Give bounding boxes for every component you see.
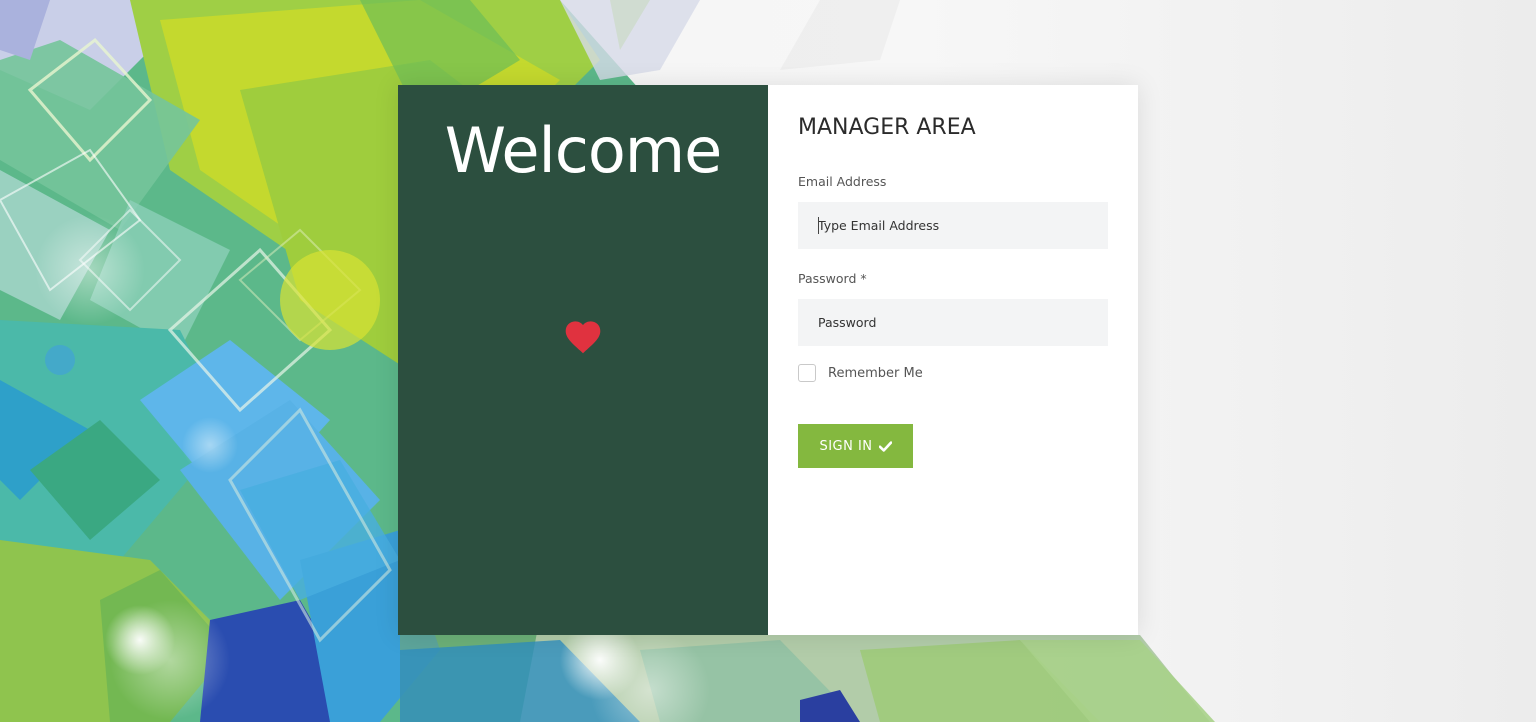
welcome-title: Welcome — [444, 114, 723, 187]
remember-me-row[interactable]: Remember Me — [798, 364, 923, 382]
login-card: Welcome MANAGER AREA Email Address Passw… — [398, 85, 1138, 635]
password-label: Password * — [798, 271, 867, 286]
sign-in-button[interactable]: SIGN IN — [798, 424, 913, 468]
welcome-panel: Welcome — [398, 85, 768, 635]
remember-me-checkbox[interactable] — [798, 364, 816, 382]
sign-in-label: SIGN IN — [819, 438, 873, 454]
text-cursor — [818, 217, 819, 234]
email-field[interactable] — [798, 202, 1108, 249]
heart-icon — [565, 321, 601, 354]
login-form-panel: MANAGER AREA Email Address Password * Re… — [768, 85, 1138, 635]
check-icon — [878, 440, 892, 452]
login-page: Welcome MANAGER AREA Email Address Passw… — [0, 0, 1536, 722]
form-title: MANAGER AREA — [798, 115, 976, 140]
remember-me-label: Remember Me — [828, 365, 923, 381]
email-label: Email Address — [798, 174, 887, 189]
password-field[interactable] — [798, 299, 1108, 346]
